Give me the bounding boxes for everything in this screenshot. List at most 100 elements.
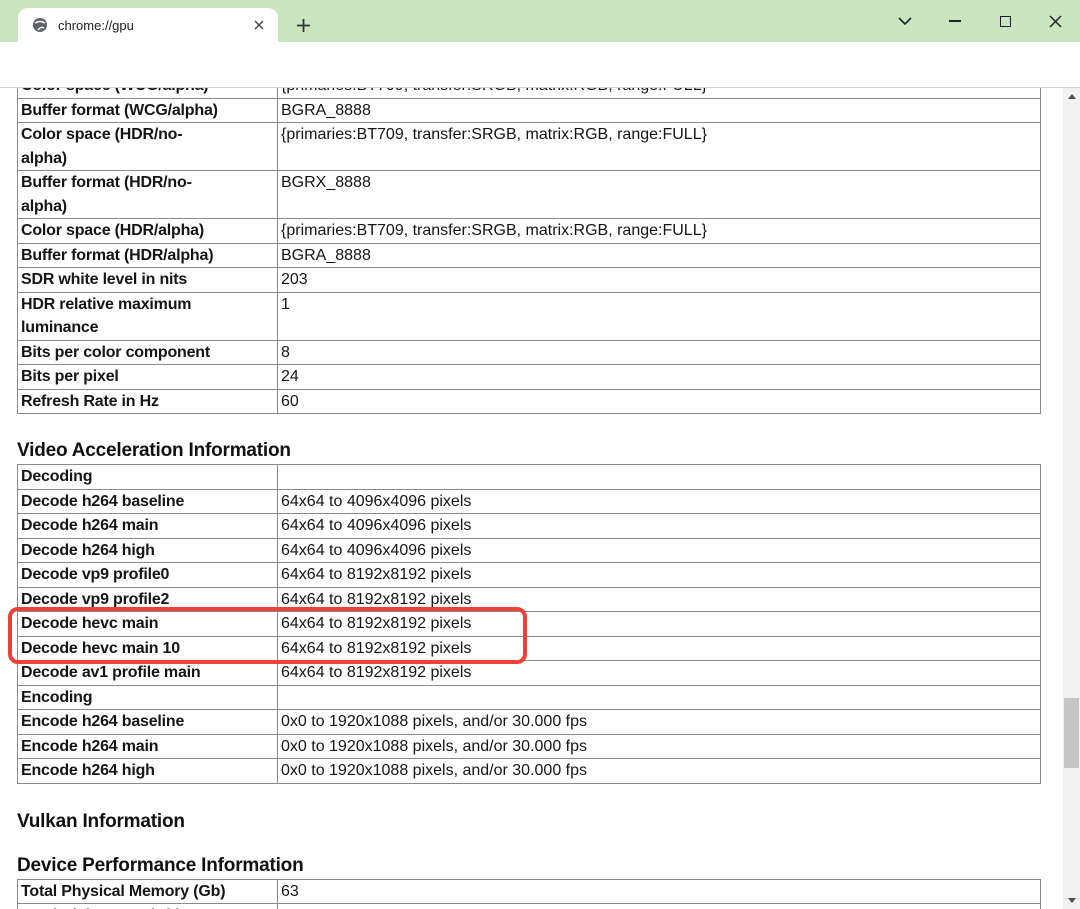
maximize-button[interactable]: [980, 0, 1030, 42]
row-value: BGRA_8888: [278, 243, 1041, 268]
vulkan-heading: Vulkan Information: [17, 811, 1063, 832]
table-row: Decode vp9 profile2 64x64 to 8192x8192 p…: [18, 587, 1041, 612]
row-value: [278, 465, 1041, 490]
table-row: Buffer format (WCG/alpha) BGRA_8888: [18, 98, 1041, 123]
row-value: 0x0 to 1920x1088 pixels, and/or 30.000 f…: [278, 710, 1041, 735]
row-value: BGRA_8888: [278, 98, 1041, 123]
video-acceleration-table: Decoding Decode h264 baseline 64x64 to 4…: [17, 464, 1041, 784]
browser-toolbar: Chrome | chrome:// gpu ★: [0, 42, 1080, 87]
page-favicon-globe-icon: [32, 17, 48, 33]
browser-window: chrome://gpu: [0, 0, 1080, 909]
row-label: Decode h264 baseline: [18, 489, 278, 514]
row-value: 953: [278, 904, 1041, 909]
row-label: Color space (WCG/alpha): [18, 88, 278, 98]
device-performance-table: Total Physical Memory (Gb) 63 Total Disk…: [17, 879, 1041, 909]
new-tab-button[interactable]: [290, 12, 316, 38]
table-row: Color space (HDR/alpha) {primaries:BT709…: [18, 219, 1041, 244]
row-label: Encode h264 baseline: [18, 710, 278, 735]
row-label: Decode vp9 profile0: [18, 563, 278, 588]
row-label: Buffer format (WCG/alpha): [18, 98, 278, 123]
device-performance-heading: Device Performance Information: [17, 855, 1063, 876]
row-value: 64x64 to 4096x4096 pixels: [278, 538, 1041, 563]
table-row: Decode h264 high 64x64 to 4096x4096 pixe…: [18, 538, 1041, 563]
row-label: Decode hevc main 10: [18, 636, 278, 661]
row-value: 63: [278, 879, 1041, 904]
scrollbar-up-arrow-icon[interactable]: [1063, 88, 1080, 105]
tab-strip: chrome://gpu: [0, 0, 1080, 42]
row-label: Buffer format (HDR/no- alpha): [18, 171, 278, 219]
table-row: Refresh Rate in Hz 60: [18, 389, 1041, 414]
row-label: Bits per pixel: [18, 365, 278, 390]
row-value: 8: [278, 340, 1041, 365]
row-value: 64x64 to 8192x8192 pixels: [278, 636, 1041, 661]
table-row: Decode hevc main 10 64x64 to 8192x8192 p…: [18, 636, 1041, 661]
table-row: Buffer format (HDR/no- alpha) BGRX_8888: [18, 171, 1041, 219]
scrollbar-thumb[interactable]: [1064, 698, 1079, 768]
table-row: Bits per pixel 24: [18, 365, 1041, 390]
row-label: Total Physical Memory (Gb): [18, 879, 278, 904]
row-value: {primaries:BT709, transfer:SRGB, matrix:…: [278, 219, 1041, 244]
row-value: 60: [278, 389, 1041, 414]
page-content: Color space (WCG/alpha) {primaries:BT709…: [0, 88, 1063, 909]
row-label: Bits per color component: [18, 340, 278, 365]
chevron-down-icon[interactable]: [880, 0, 930, 42]
table-row: Bits per color component 8: [18, 340, 1041, 365]
table-row: Decoding: [18, 465, 1041, 490]
table-row: SDR white level in nits 203: [18, 268, 1041, 293]
table-row: Decode av1 profile main 64x64 to 8192x81…: [18, 661, 1041, 686]
window-controls: [880, 0, 1080, 42]
row-value: 64x64 to 4096x4096 pixels: [278, 514, 1041, 539]
row-label: Encode h264 main: [18, 734, 278, 759]
table-row: Decode h264 baseline 64x64 to 4096x4096 …: [18, 489, 1041, 514]
row-value: {primaries:BT709, transfer:SRGB, matrix:…: [278, 88, 1041, 98]
row-label: HDR relative maximum luminance: [18, 292, 278, 340]
close-button[interactable]: [1030, 0, 1080, 42]
table-row: Decode vp9 profile0 64x64 to 8192x8192 p…: [18, 563, 1041, 588]
tab-title: chrome://gpu: [58, 18, 250, 33]
row-value: {primaries:BT709, transfer:SRGB, matrix:…: [278, 123, 1041, 171]
table-row: Encode h264 baseline 0x0 to 1920x1088 pi…: [18, 710, 1041, 735]
row-label: Refresh Rate in Hz: [18, 389, 278, 414]
row-label: Encode h264 high: [18, 759, 278, 784]
tab-chrome-gpu[interactable]: chrome://gpu: [18, 8, 278, 42]
row-label: Decoding: [18, 465, 278, 490]
row-value: 64x64 to 8192x8192 pixels: [278, 661, 1041, 686]
table-row: Total Disk Space (Gb) 953: [18, 904, 1041, 909]
table-row: Total Physical Memory (Gb) 63: [18, 879, 1041, 904]
row-label: Decode hevc main: [18, 612, 278, 637]
row-value: 203: [278, 268, 1041, 293]
video-acceleration-heading: Video Acceleration Information: [17, 440, 1063, 461]
row-label: Color space (HDR/no- alpha): [18, 123, 278, 171]
row-value: BGRX_8888: [278, 171, 1041, 219]
row-value: [278, 685, 1041, 710]
row-value: 1: [278, 292, 1041, 340]
row-value: 64x64 to 8192x8192 pixels: [278, 587, 1041, 612]
row-label: Buffer format (HDR/alpha): [18, 243, 278, 268]
table-row: Color space (WCG/alpha) {primaries:BT709…: [18, 88, 1041, 98]
scrollbar-down-arrow-icon[interactable]: [1063, 892, 1080, 909]
row-label: Encoding: [18, 685, 278, 710]
row-label: Decode vp9 profile2: [18, 587, 278, 612]
table-row: Encode h264 high 0x0 to 1920x1088 pixels…: [18, 759, 1041, 784]
row-value: 64x64 to 8192x8192 pixels: [278, 612, 1041, 637]
tab-close-icon[interactable]: [250, 16, 268, 34]
table-row: Decode h264 main 64x64 to 4096x4096 pixe…: [18, 514, 1041, 539]
row-label: Decode av1 profile main: [18, 661, 278, 686]
table-row: Color space (HDR/no- alpha) {primaries:B…: [18, 123, 1041, 171]
table-row: HDR relative maximum luminance 1: [18, 292, 1041, 340]
table-row: Encode h264 main 0x0 to 1920x1088 pixels…: [18, 734, 1041, 759]
row-label: Decode h264 main: [18, 514, 278, 539]
row-value: 0x0 to 1920x1088 pixels, and/or 30.000 f…: [278, 759, 1041, 784]
minimize-button[interactable]: [930, 0, 980, 42]
vertical-scrollbar[interactable]: [1063, 88, 1080, 909]
row-value: 24: [278, 365, 1041, 390]
row-label: Total Disk Space (Gb): [18, 904, 278, 909]
row-value: 0x0 to 1920x1088 pixels, and/or 30.000 f…: [278, 734, 1041, 759]
row-value: 64x64 to 8192x8192 pixels: [278, 563, 1041, 588]
table-row: Decode hevc main 64x64 to 8192x8192 pixe…: [18, 612, 1041, 637]
table-row: Buffer format (HDR/alpha) BGRA_8888: [18, 243, 1041, 268]
row-label: SDR white level in nits: [18, 268, 278, 293]
row-label: Color space (HDR/alpha): [18, 219, 278, 244]
row-label: Decode h264 high: [18, 538, 278, 563]
table-row: Encoding: [18, 685, 1041, 710]
